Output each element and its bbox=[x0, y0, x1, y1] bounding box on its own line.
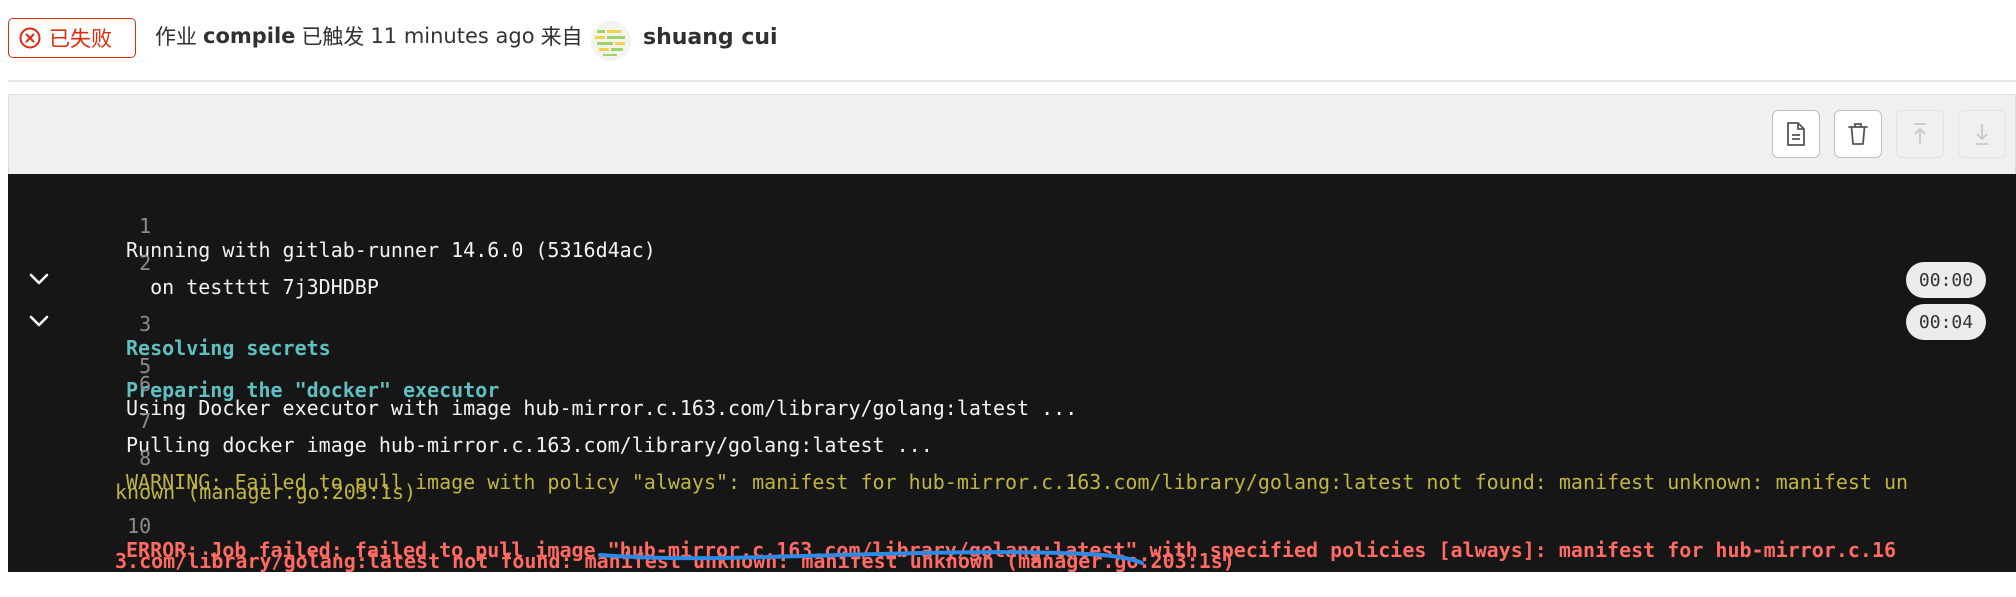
chevron-down-icon[interactable] bbox=[26, 308, 52, 334]
log-line-warning: 8 WARNING: Failed to pull image with pol… bbox=[8, 422, 2016, 494]
job-name: compile bbox=[203, 24, 296, 48]
avatar-identicon bbox=[591, 21, 631, 61]
annotation-underline bbox=[598, 550, 1144, 565]
user-name[interactable]: shuang cui bbox=[643, 25, 778, 50]
chevron-down-icon[interactable] bbox=[26, 266, 52, 292]
job-log: 1 Running with gitlab-runner 14.6.0 (531… bbox=[8, 174, 2016, 573]
status-label: 已失败 bbox=[49, 27, 112, 51]
log-line: 2 on testttt 7j3DHDBP bbox=[8, 227, 2016, 299]
triggered-text: 已触发 bbox=[301, 25, 365, 49]
from-text: 来自 bbox=[540, 25, 583, 49]
log-line: 6 Using Docker executor with image hub-m… bbox=[8, 348, 2016, 420]
log-line: 1 Running with gitlab-runner 14.6.0 (531… bbox=[8, 190, 2016, 262]
scroll-to-top-button[interactable] bbox=[1896, 110, 1944, 158]
time-ago: 11 minutes ago bbox=[370, 24, 535, 48]
failed-icon bbox=[19, 27, 41, 49]
log-line: 7 Pulling docker image hub-mirror.c.163.… bbox=[8, 385, 2016, 457]
trash-icon bbox=[1848, 123, 1868, 145]
raw-log-button[interactable] bbox=[1772, 110, 1820, 158]
document-icon bbox=[1787, 122, 1805, 146]
log-toolbar bbox=[8, 94, 2016, 174]
header-divider bbox=[8, 80, 2016, 82]
arrow-down-icon bbox=[1976, 124, 1988, 145]
scroll-to-bottom-button[interactable] bbox=[1958, 110, 2006, 158]
job-prefix: 作业 bbox=[155, 25, 197, 49]
arrow-up-icon bbox=[1914, 123, 1926, 144]
job-header: 已失败 作业 compile 已触发 11 minutes ago 来自 shu… bbox=[0, 0, 2016, 80]
job-info: 作业 compile 已触发 11 minutes ago 来自 bbox=[155, 21, 583, 51]
avatar[interactable] bbox=[591, 21, 631, 61]
log-line-error: 10 ERROR: Job failed: failed to pull ima… bbox=[8, 490, 2016, 562]
log-section-header[interactable]: 3 Resolving secrets bbox=[8, 264, 2016, 360]
log-line-warning-wrap: known (manager.go:203:1s) bbox=[8, 456, 2016, 504]
section-duration-badge: 00:00 bbox=[1906, 262, 1986, 298]
status-badge-failed[interactable]: 已失败 bbox=[8, 18, 136, 58]
section-duration-badge: 00:04 bbox=[1906, 304, 1986, 340]
log-section-header[interactable]: 5 Preparing the "docker" executor bbox=[8, 306, 2016, 402]
erase-log-button[interactable] bbox=[1834, 110, 1882, 158]
